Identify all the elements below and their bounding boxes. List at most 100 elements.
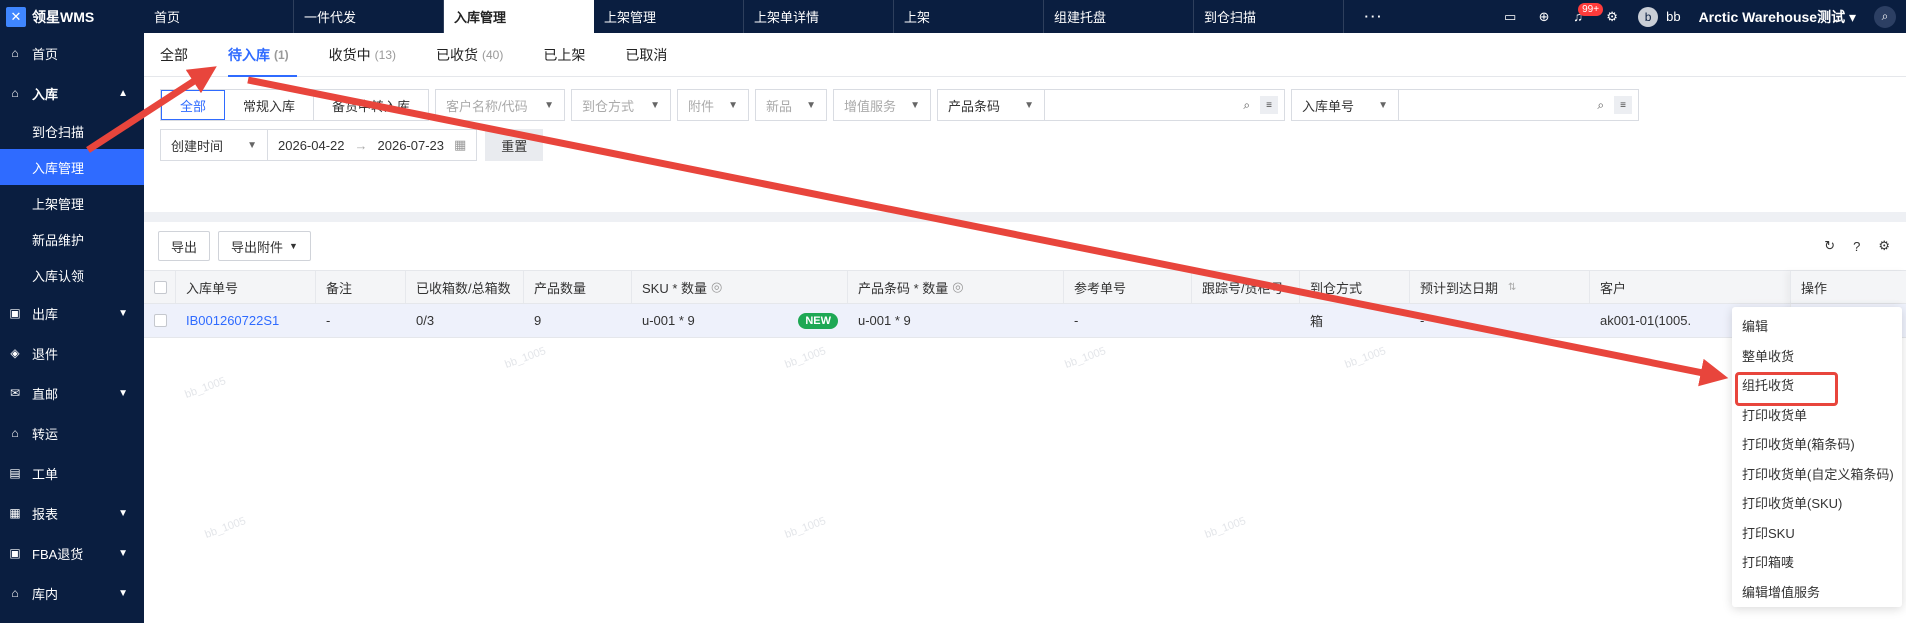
vas-select[interactable]: 增值服务 ▼	[833, 89, 932, 121]
menu-item-print-box-label[interactable]: 打印箱唛	[1732, 547, 1902, 577]
chevron-down-icon: ▼	[650, 99, 661, 111]
bell-icon[interactable]: ♫ 99+	[1570, 2, 1604, 25]
watermark: bb_1005	[1203, 515, 1248, 541]
menu-item-edit-vas[interactable]: 编辑增值服务	[1732, 577, 1902, 607]
sidebar-item-label: 工单	[32, 466, 59, 482]
sidebar-sub-inbound-claim[interactable]: 入库认领	[0, 257, 144, 293]
chevron-down-icon: ▼	[118, 387, 128, 399]
tab-putaway-detail[interactable]: 上架单详情	[744, 0, 894, 33]
sort-icon[interactable]: ⇅	[1508, 282, 1516, 293]
sidebar-item-label: 退件	[32, 346, 59, 362]
search-icon[interactable]: ⌕	[1243, 98, 1250, 113]
menu-item-print-receipt-sku[interactable]: 打印收货单(SKU)	[1732, 488, 1902, 518]
menu-item-print-sku[interactable]: 打印SKU	[1732, 518, 1902, 548]
info-icon[interactable]: ◎	[711, 279, 722, 295]
sidebar-sub-putaway-management[interactable]: 上架管理	[0, 185, 144, 221]
search-icon[interactable]: ⌕	[1874, 5, 1896, 28]
sidebar-sub-arrival-scan[interactable]: 到仓扫描	[0, 113, 144, 149]
date-range-picker[interactable]: 2026-04-22 → 2026-07-23 ▦	[268, 129, 478, 161]
tab-inbound-management[interactable]: 入库管理	[444, 0, 594, 33]
menu-item-receive-all[interactable]: 整单收货	[1732, 341, 1902, 371]
warehouse-selector[interactable]: Arctic Warehouse测试 ▾	[1699, 7, 1856, 27]
segment-all[interactable]: 全部	[161, 90, 226, 120]
header-eta: 预计到达日期 ⇅	[1410, 271, 1590, 303]
refresh-icon[interactable]: ↻	[1824, 238, 1835, 254]
sidebar-item-work-order[interactable]: ▤ 工单	[0, 453, 144, 493]
inbound-no-field-select[interactable]: 入库单号 ▼	[1291, 89, 1400, 121]
export-attachment-button[interactable]: 导出附件 ▼	[218, 231, 311, 261]
status-tab-cancelled[interactable]: 已取消	[625, 33, 685, 77]
menu-item-edit[interactable]: 编辑	[1732, 311, 1902, 341]
barcode-input[interactable]: ⌕ ≡	[1045, 89, 1286, 121]
table-row[interactable]: IB001260722S1 - 0/3 9 u-001 * 9 NEW u-001…	[144, 304, 1906, 338]
list-icon[interactable]: ≡	[1614, 96, 1633, 114]
sidebar-item-fba-returns[interactable]: ▣ FBA退货 ▼	[0, 533, 144, 573]
header-eta-label: 预计到达日期	[1420, 280, 1499, 296]
download-icon[interactable]: ⊕	[1536, 9, 1552, 25]
header-arrival: 到仓方式	[1300, 271, 1410, 303]
inbound-no-input[interactable]: ⌕ ≡	[1399, 89, 1640, 121]
segment-stock-transfer[interactable]: 备货中转入库	[314, 90, 429, 120]
status-tab-shelved[interactable]: 已上架	[543, 33, 603, 77]
menu-item-print-receipt-box-barcode[interactable]: 打印收货单(箱条码)	[1732, 429, 1902, 459]
column-settings-icon[interactable]: ⚙	[1878, 238, 1890, 254]
tab-more[interactable]: ···	[1344, 0, 1404, 33]
barcode-field-select[interactable]: 产品条码 ▼	[937, 89, 1046, 121]
sidebar-item-direct-mail[interactable]: ✉ 直邮 ▼	[0, 373, 144, 413]
header-inbound-no: 入库单号	[176, 271, 316, 303]
reset-button[interactable]: 重置	[485, 129, 544, 161]
status-tab-receiving[interactable]: 收货中 (13)	[329, 33, 414, 77]
return-icon: ◈	[10, 346, 20, 360]
help-icon[interactable]: ?	[1853, 239, 1860, 254]
date-field-select[interactable]: 创建时间 ▼	[160, 129, 268, 161]
watermark: bb_1005	[1063, 345, 1108, 371]
cell-boxes: 0/3	[416, 313, 435, 328]
sidebar-item-inbound[interactable]: ⌂ 入库 ▲	[0, 73, 144, 113]
export-button[interactable]: 导出	[158, 231, 211, 261]
avatar[interactable]: b	[1638, 6, 1659, 27]
inbound-no-link[interactable]: IB001260722S1	[186, 313, 279, 328]
tab-build-pallet[interactable]: 组建托盘	[1044, 0, 1194, 33]
tab-home[interactable]: 首页	[144, 0, 294, 33]
sidebar-item-returns[interactable]: ◈ 退件	[0, 333, 144, 373]
sidebar-item-reports[interactable]: ▦ 报表 ▼	[0, 493, 144, 533]
row-checkbox[interactable]	[154, 314, 167, 327]
new-product-select[interactable]: 新品 ▼	[755, 89, 828, 121]
tab-putaway[interactable]: 上架	[894, 0, 1044, 33]
inbox-icon[interactable]: ▭	[1502, 9, 1518, 25]
customer-select[interactable]: 客户名称/代码 ▼	[435, 89, 566, 121]
status-tab-label: 待入库	[228, 46, 270, 63]
sidebar-item-home[interactable]: ⌂ 首页	[0, 33, 144, 73]
export-label: 导出	[171, 239, 198, 255]
gear-icon[interactable]: ⚙	[1604, 9, 1620, 25]
segment-regular[interactable]: 常规入库	[225, 90, 315, 120]
menu-item-print-receipt-custom-box-barcode[interactable]: 打印收货单(自定义箱条码)	[1732, 459, 1902, 489]
sidebar-item-in-warehouse[interactable]: ⌂ 库内 ▼	[0, 573, 144, 613]
status-tab-received[interactable]: 已收货 (40)	[436, 33, 521, 77]
select-all-checkbox[interactable]	[154, 280, 167, 294]
tab-arrival-scan[interactable]: 到仓扫描	[1194, 0, 1344, 33]
sidebar-sub-inbound-management[interactable]: 入库管理	[0, 149, 144, 185]
tab-dropship[interactable]: 一件代发	[294, 0, 444, 33]
attachment-select[interactable]: 附件 ▼	[677, 89, 750, 121]
watermark: bb_1005	[1343, 345, 1388, 371]
status-tab-all[interactable]: 全部	[160, 33, 206, 77]
list-icon[interactable]: ≡	[1260, 96, 1279, 114]
menu-item-pallet-receive[interactable]: 组托收货	[1732, 370, 1902, 406]
header-qty: 产品数量	[524, 271, 632, 303]
status-tab-pending[interactable]: 待入库 (1)	[228, 33, 307, 77]
sidebar-item-transfer[interactable]: ⌂ 转运	[0, 413, 144, 453]
barcode-search: 产品条码 ▼ ⌕ ≡	[937, 89, 1286, 121]
info-icon[interactable]: ◎	[952, 279, 963, 295]
sidebar-item-outbound[interactable]: ▣ 出库 ▼	[0, 293, 144, 333]
logo-text: 领星WMS	[32, 8, 95, 25]
search-icon[interactable]: ⌕	[1597, 98, 1604, 113]
user-name[interactable]: bb	[1666, 9, 1680, 24]
cell-customer: ak001-01(1005...	[1600, 313, 1690, 328]
tab-putaway-management[interactable]: 上架管理	[594, 0, 744, 33]
app-logo[interactable]: ✕ 领星WMS	[0, 0, 144, 33]
header-checkbox-cell	[144, 271, 176, 303]
arrival-method-select[interactable]: 到仓方式 ▼	[571, 89, 672, 121]
status-tab-count: (13)	[374, 47, 397, 62]
sidebar-sub-new-product[interactable]: 新品维护	[0, 221, 144, 257]
